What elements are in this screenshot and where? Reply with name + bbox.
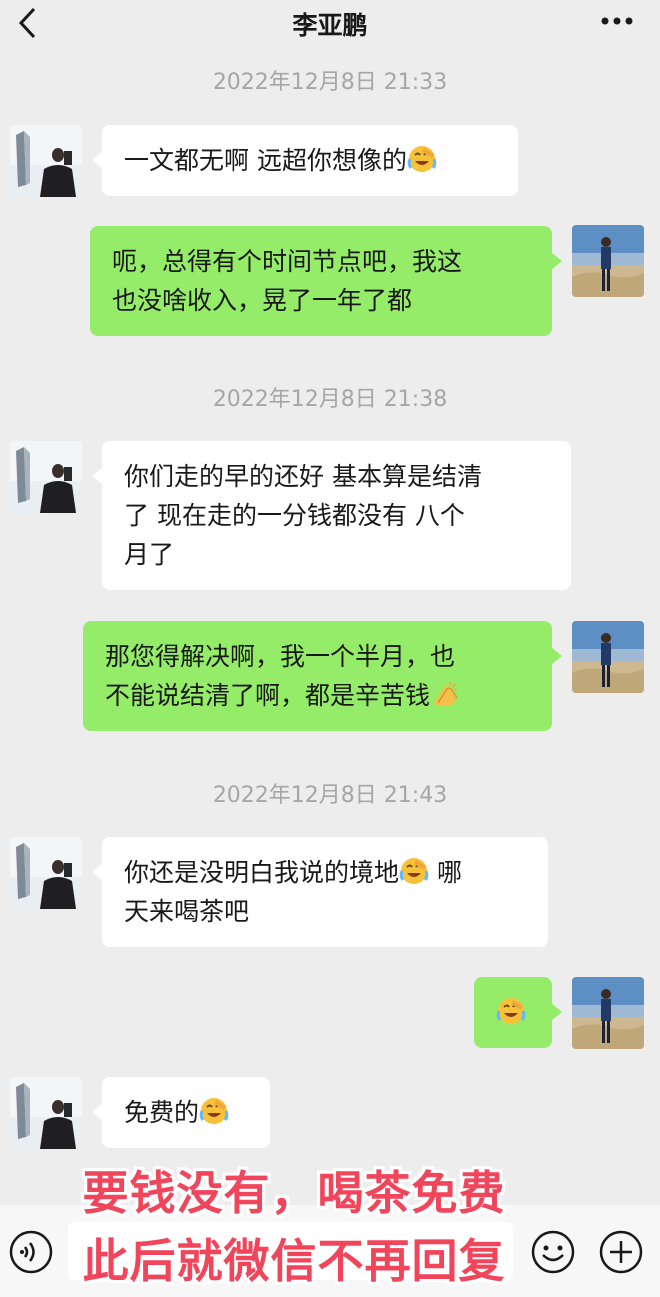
contact-avatar[interactable] — [10, 125, 82, 197]
outgoing-message[interactable] — [474, 977, 562, 1048]
my-avatar[interactable] — [572, 977, 644, 1049]
timestamp: 2022年12月8日 21:43 — [212, 783, 448, 808]
emoji-picker-icon[interactable] — [530, 1229, 576, 1275]
more-options-icon[interactable] — [600, 14, 634, 28]
top-bar: 李亚鹏 — [0, 0, 660, 48]
overlay-caption-line: 此后就微信不再回复 — [82, 1234, 506, 1288]
incoming-message[interactable]: 你还是没明白我说的境地 哪 天来喝茶吧 — [92, 837, 548, 947]
chat-area[interactable]: 2022年12月8日 21:33 一文都无啊 远超你想像的 呃，总得有个时间节点… — [0, 48, 660, 1198]
plus-more-icon[interactable] — [598, 1229, 644, 1275]
facepalm-laugh-emoji-icon — [407, 146, 437, 172]
message-text-line: 你们走的早的还好 基本算是结清 — [124, 462, 482, 491]
facepalm-laugh-emoji-icon — [496, 998, 526, 1024]
overlay-caption-line: 要钱没有，喝茶免费 — [82, 1166, 506, 1220]
voice-input-icon[interactable] — [8, 1229, 54, 1275]
message-text-line: 你还是没明白我说的境地 — [124, 858, 400, 887]
timestamp: 2022年12月8日 21:33 — [212, 70, 448, 95]
my-avatar[interactable] — [572, 621, 644, 693]
message-text-line: 呃，总得有个时间节点吧，我这 — [112, 247, 463, 276]
incoming-message[interactable]: 一文都无啊 远超你想像的 — [92, 125, 518, 196]
message-text-line: 了 现在走的一分钱都没有 八个 — [124, 501, 465, 530]
contact-avatar[interactable] — [10, 1077, 82, 1149]
message-text-line: 天来喝茶吧 — [124, 897, 250, 926]
message-text-line: 不能说结清了啊，都是辛苦钱 — [105, 681, 431, 710]
contact-avatar[interactable] — [10, 441, 82, 513]
chat-title: 李亚鹏 — [292, 11, 368, 40]
message-text-line: 那您得解决啊，我一个半月，也 — [105, 642, 456, 671]
message-text-line: 月了 — [124, 540, 175, 569]
message-text: 免费的 — [124, 1098, 200, 1127]
incoming-message[interactable]: 你们走的早的还好 基本算是结清 了 现在走的一分钱都没有 八个 月了 — [92, 441, 571, 590]
contact-avatar[interactable] — [10, 837, 82, 909]
outgoing-message[interactable]: 呃，总得有个时间节点吧，我这 也没啥收入，晃了一年了都 — [90, 226, 562, 336]
timestamp: 2022年12月8日 21:38 — [212, 387, 448, 412]
message-text-line: 也没啥收入，晃了一年了都 — [112, 286, 413, 315]
facepalm-laugh-emoji-icon — [399, 858, 429, 884]
my-avatar[interactable] — [572, 225, 644, 297]
message-text-line: 哪 — [429, 858, 462, 887]
clapping-hands-emoji-icon — [434, 681, 458, 707]
outgoing-message[interactable]: 那您得解决啊，我一个半月，也 不能说结清了啊，都是辛苦钱 — [83, 621, 562, 731]
incoming-message[interactable]: 免费的 — [92, 1077, 270, 1148]
facepalm-laugh-emoji-icon — [199, 1098, 229, 1124]
message-text: 一文都无啊 远超你想像的 — [124, 146, 407, 175]
